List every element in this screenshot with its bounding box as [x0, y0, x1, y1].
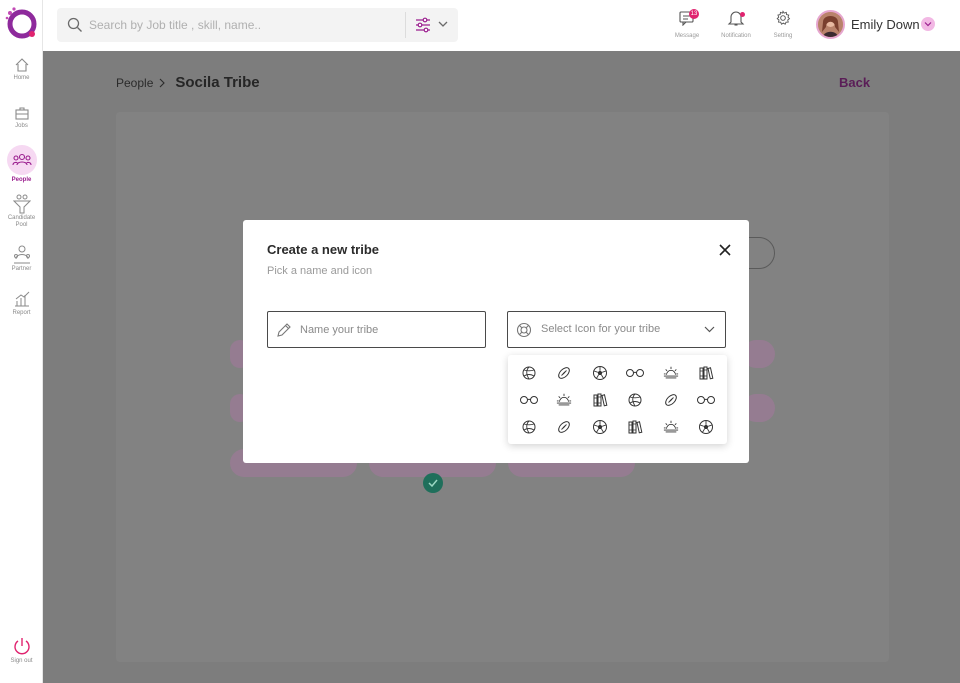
bar-chart-icon — [14, 291, 29, 307]
checkmark-icon — [428, 479, 438, 487]
nav-partner-label: Partner — [11, 266, 32, 272]
breadcrumb-people-link[interactable]: People — [116, 76, 153, 90]
chevron-down-icon — [924, 22, 932, 27]
sunrise-icon — [663, 365, 679, 381]
filter-chevron-down-icon[interactable] — [438, 20, 448, 28]
icon-option[interactable] — [689, 386, 725, 413]
soccer-ball-icon — [698, 419, 714, 435]
setting-label: Setting — [773, 33, 793, 39]
football-icon — [556, 419, 572, 435]
funnel-people-icon — [12, 194, 31, 214]
soccer-ball-icon — [592, 365, 608, 381]
tribe-name-field[interactable] — [267, 311, 486, 348]
message-label: Message — [674, 33, 700, 39]
icon-option[interactable] — [582, 359, 618, 386]
notification-dot — [740, 12, 745, 17]
user-menu-toggle[interactable] — [921, 17, 935, 31]
partner-icon — [13, 245, 30, 264]
books-icon — [627, 419, 643, 435]
notification-label: Notification — [721, 33, 751, 39]
nav-report-label: Report — [12, 310, 31, 316]
nav-people-label: People — [11, 177, 32, 183]
sign-out-button[interactable]: Sign out — [0, 636, 43, 665]
lifebuoy-icon — [516, 322, 532, 338]
volleyball-icon — [521, 419, 537, 435]
close-icon[interactable] — [717, 242, 733, 258]
nav-people-highlight — [6, 145, 37, 175]
sunrise-icon — [556, 392, 572, 408]
sidebar: Home Jobs People Candidate Pool Partner … — [0, 0, 43, 683]
icon-option[interactable] — [689, 413, 725, 440]
nav-candidate-pool[interactable]: Candidate Pool — [0, 194, 43, 229]
user-avatar[interactable] — [816, 10, 845, 39]
icon-option[interactable] — [547, 413, 583, 440]
search-icon — [67, 17, 82, 32]
breadcrumb: People Socila Tribe — [116, 74, 260, 91]
icon-option[interactable] — [547, 359, 583, 386]
icon-option[interactable] — [653, 386, 689, 413]
messages-button[interactable]: 13 Message — [667, 9, 707, 39]
search-input[interactable] — [89, 8, 399, 42]
selected-check-icon — [423, 473, 443, 493]
page-title: Socila Tribe — [175, 74, 260, 91]
nav-report[interactable]: Report — [0, 290, 43, 317]
nav-partner[interactable]: Partner — [0, 244, 43, 273]
home-icon — [15, 58, 28, 72]
icon-option[interactable] — [689, 359, 725, 386]
nav-jobs-label: Jobs — [15, 123, 28, 129]
icon-select-label: Select Icon for your tribe — [541, 323, 661, 335]
search-bar — [57, 8, 458, 42]
glasses-icon — [625, 365, 645, 381]
chevron-down-icon — [704, 326, 715, 333]
tribe-icon-select[interactable]: Select Icon for your tribe — [507, 311, 726, 348]
notifications-button[interactable]: Notification — [716, 10, 756, 39]
icon-options-grid — [508, 355, 727, 444]
settings-button[interactable]: Setting — [763, 10, 803, 39]
search-divider — [405, 12, 406, 38]
books-icon — [698, 365, 714, 381]
people-icon — [11, 153, 32, 166]
icon-option[interactable] — [511, 386, 547, 413]
top-header: 13 Message Notification Setting Emily Do… — [43, 0, 960, 51]
icon-option[interactable] — [511, 413, 547, 440]
nav-candidate-pool-label: Candidate Pool — [7, 215, 36, 228]
app-logo[interactable] — [4, 6, 38, 40]
icon-option[interactable] — [653, 413, 689, 440]
football-icon — [556, 365, 572, 381]
nav-jobs[interactable]: Jobs — [0, 105, 43, 130]
tribe-name-input[interactable] — [300, 312, 480, 347]
pencil-icon — [277, 323, 291, 337]
nav-home-label: Home — [13, 75, 30, 81]
icon-option[interactable] — [618, 413, 654, 440]
icon-option[interactable] — [618, 386, 654, 413]
user-name[interactable]: Emily Down — [851, 17, 920, 32]
icon-option[interactable] — [653, 359, 689, 386]
filter-sliders-icon[interactable] — [415, 17, 431, 33]
power-icon — [13, 638, 30, 655]
nav-home[interactable]: Home — [0, 57, 43, 82]
icon-option[interactable] — [618, 359, 654, 386]
volleyball-icon — [521, 365, 537, 381]
modal-subtitle: Pick a name and icon — [267, 265, 373, 277]
modal-title: Create a new tribe — [267, 242, 379, 257]
nav-people[interactable]: People — [0, 145, 43, 184]
icon-option[interactable] — [547, 386, 583, 413]
glasses-icon — [519, 392, 539, 408]
icon-option[interactable] — [582, 413, 618, 440]
back-link[interactable]: Back — [839, 75, 870, 90]
user-photo — [818, 12, 843, 37]
briefcase-icon — [14, 107, 29, 120]
sign-out-label: Sign out — [10, 658, 33, 664]
glasses-icon — [696, 392, 716, 408]
message-count-badge: 13 — [689, 9, 699, 19]
icon-option[interactable] — [511, 359, 547, 386]
gear-icon — [776, 10, 791, 25]
soccer-ball-icon — [592, 419, 608, 435]
chevron-right-icon — [159, 78, 166, 87]
icon-option[interactable] — [582, 386, 618, 413]
volleyball-icon — [627, 392, 643, 408]
sunrise-icon — [663, 419, 679, 435]
books-icon — [592, 392, 608, 408]
football-icon — [663, 392, 679, 408]
